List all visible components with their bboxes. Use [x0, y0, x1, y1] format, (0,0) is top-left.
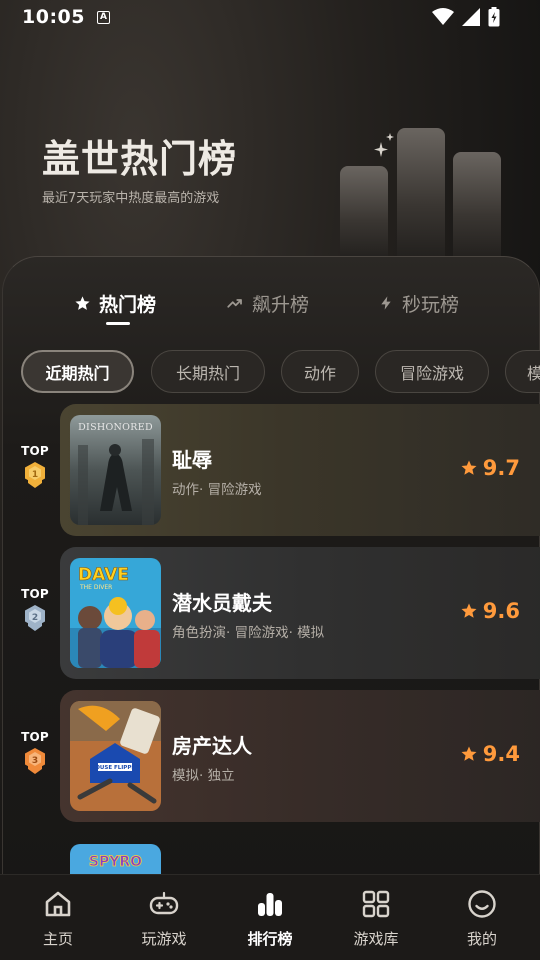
tab-rising-label: 飙升榜: [252, 293, 310, 316]
chip-adventure[interactable]: 冒险游戏: [375, 350, 489, 393]
game-rating: 9.6: [460, 599, 520, 623]
page-title: 盖世热门榜: [42, 137, 238, 181]
game-cover-dave-the-diver[interactable]: DAVE THE DIVER: [70, 558, 161, 668]
rating-value: 9.6: [482, 599, 520, 623]
cover-title: DISHONORED: [78, 422, 153, 433]
lightning-icon: [381, 296, 391, 310]
star-icon: [75, 295, 90, 310]
page-subtitle: 最近7天玩家中热度最高的游戏: [42, 191, 220, 206]
status-time: 10:05: [22, 6, 85, 28]
star-icon: [461, 460, 477, 475]
rank-top-label: TOP: [21, 444, 49, 458]
rating-value: 9.7: [482, 456, 520, 480]
rank-2: TOP 2: [18, 587, 52, 632]
home-icon: [45, 891, 71, 917]
game-cover-house-flipper[interactable]: HOUSE FLIPPER: [70, 701, 161, 811]
nav-home-label: 主页: [42, 930, 73, 948]
podium-illustration: [340, 128, 501, 264]
cover-subtitle: THE DIVER: [79, 584, 112, 591]
profile-icon: [468, 890, 496, 918]
tab-hot-label: 热门榜: [99, 293, 157, 316]
tab-instant-label: 秒玩榜: [402, 293, 460, 316]
cover-title: SPYRO: [89, 854, 142, 870]
game-name: 耻辱: [172, 448, 212, 472]
nav-ranking-label: 排行榜: [247, 930, 293, 948]
game-tags: 动作· 冒险游戏: [172, 482, 262, 498]
silver-medal-icon: 2: [25, 605, 45, 631]
status-bar: 10:05 A: [0, 0, 540, 34]
nav-profile[interactable]: 我的: [428, 875, 536, 960]
game-rating: 9.4: [460, 742, 520, 766]
chip-long-term-hot[interactable]: 长期热门: [151, 350, 265, 393]
star-icon: [461, 603, 477, 618]
rank-top-label: TOP: [21, 730, 49, 744]
tab-instant[interactable]: 秒玩榜: [378, 290, 459, 316]
game-cover-spyro[interactable]: SPYRO: [70, 844, 161, 874]
rank-1: TOP 1: [18, 444, 52, 489]
game-tags: 角色扮演· 冒险游戏· 模拟: [172, 625, 325, 641]
gold-medal-icon: 1: [25, 462, 45, 488]
signal-icon: [462, 8, 480, 26]
star-icon: [461, 746, 477, 761]
chip-action[interactable]: 动作: [281, 350, 359, 393]
nav-library[interactable]: 游戏库: [322, 875, 430, 960]
nav-home[interactable]: 主页: [4, 875, 112, 960]
chip-recent-hot[interactable]: 近期热门: [21, 350, 134, 393]
cover-title: DAVE: [78, 565, 129, 585]
bronze-medal-icon: 3: [25, 748, 45, 774]
active-tab-indicator: [106, 322, 130, 325]
rank-3: TOP 3: [18, 730, 52, 775]
rank-top-label: TOP: [21, 587, 49, 601]
game-cover-dishonored[interactable]: DISHONORED: [70, 415, 161, 525]
nav-play[interactable]: 玩游戏: [110, 875, 218, 960]
gamepad-icon: [149, 891, 179, 915]
trending-up-icon: [227, 299, 242, 308]
game-name: 潜水员戴夫: [172, 591, 272, 615]
rating-value: 9.4: [482, 742, 520, 766]
game-tags: 模拟· 独立: [172, 768, 235, 784]
nav-play-label: 玩游戏: [141, 930, 187, 948]
status-icons: [432, 7, 500, 27]
nav-library-label: 游戏库: [353, 930, 399, 948]
rank-number: 2: [32, 613, 38, 623]
cover-title: HOUSE FLIPPER: [91, 765, 141, 771]
grid-icon: [362, 890, 390, 918]
ranking-screen: 10:05 A 盖世热门榜 最近7天玩家中热度最高的游戏 热门榜 飙升榜 秒玩榜…: [0, 0, 540, 960]
wifi-icon: [432, 8, 454, 25]
battery-charging-icon: [488, 7, 500, 27]
tab-hot[interactable]: 热门榜: [74, 290, 156, 316]
tab-rising[interactable]: 飙升榜: [226, 290, 309, 316]
ranking-icon: [258, 893, 282, 916]
nav-profile-label: 我的: [466, 930, 497, 948]
rank-number: 3: [32, 756, 38, 766]
bottom-navigation: 主页 玩游戏 排行榜 游戏库 我的: [0, 874, 540, 960]
nav-ranking[interactable]: 排行榜: [216, 875, 324, 960]
game-name: 房产达人: [172, 734, 252, 758]
game-rating: 9.7: [460, 456, 520, 480]
rank-number: 1: [32, 470, 38, 480]
accessibility-icon: A: [96, 10, 110, 24]
chip-simulation[interactable]: 模: [505, 350, 540, 393]
